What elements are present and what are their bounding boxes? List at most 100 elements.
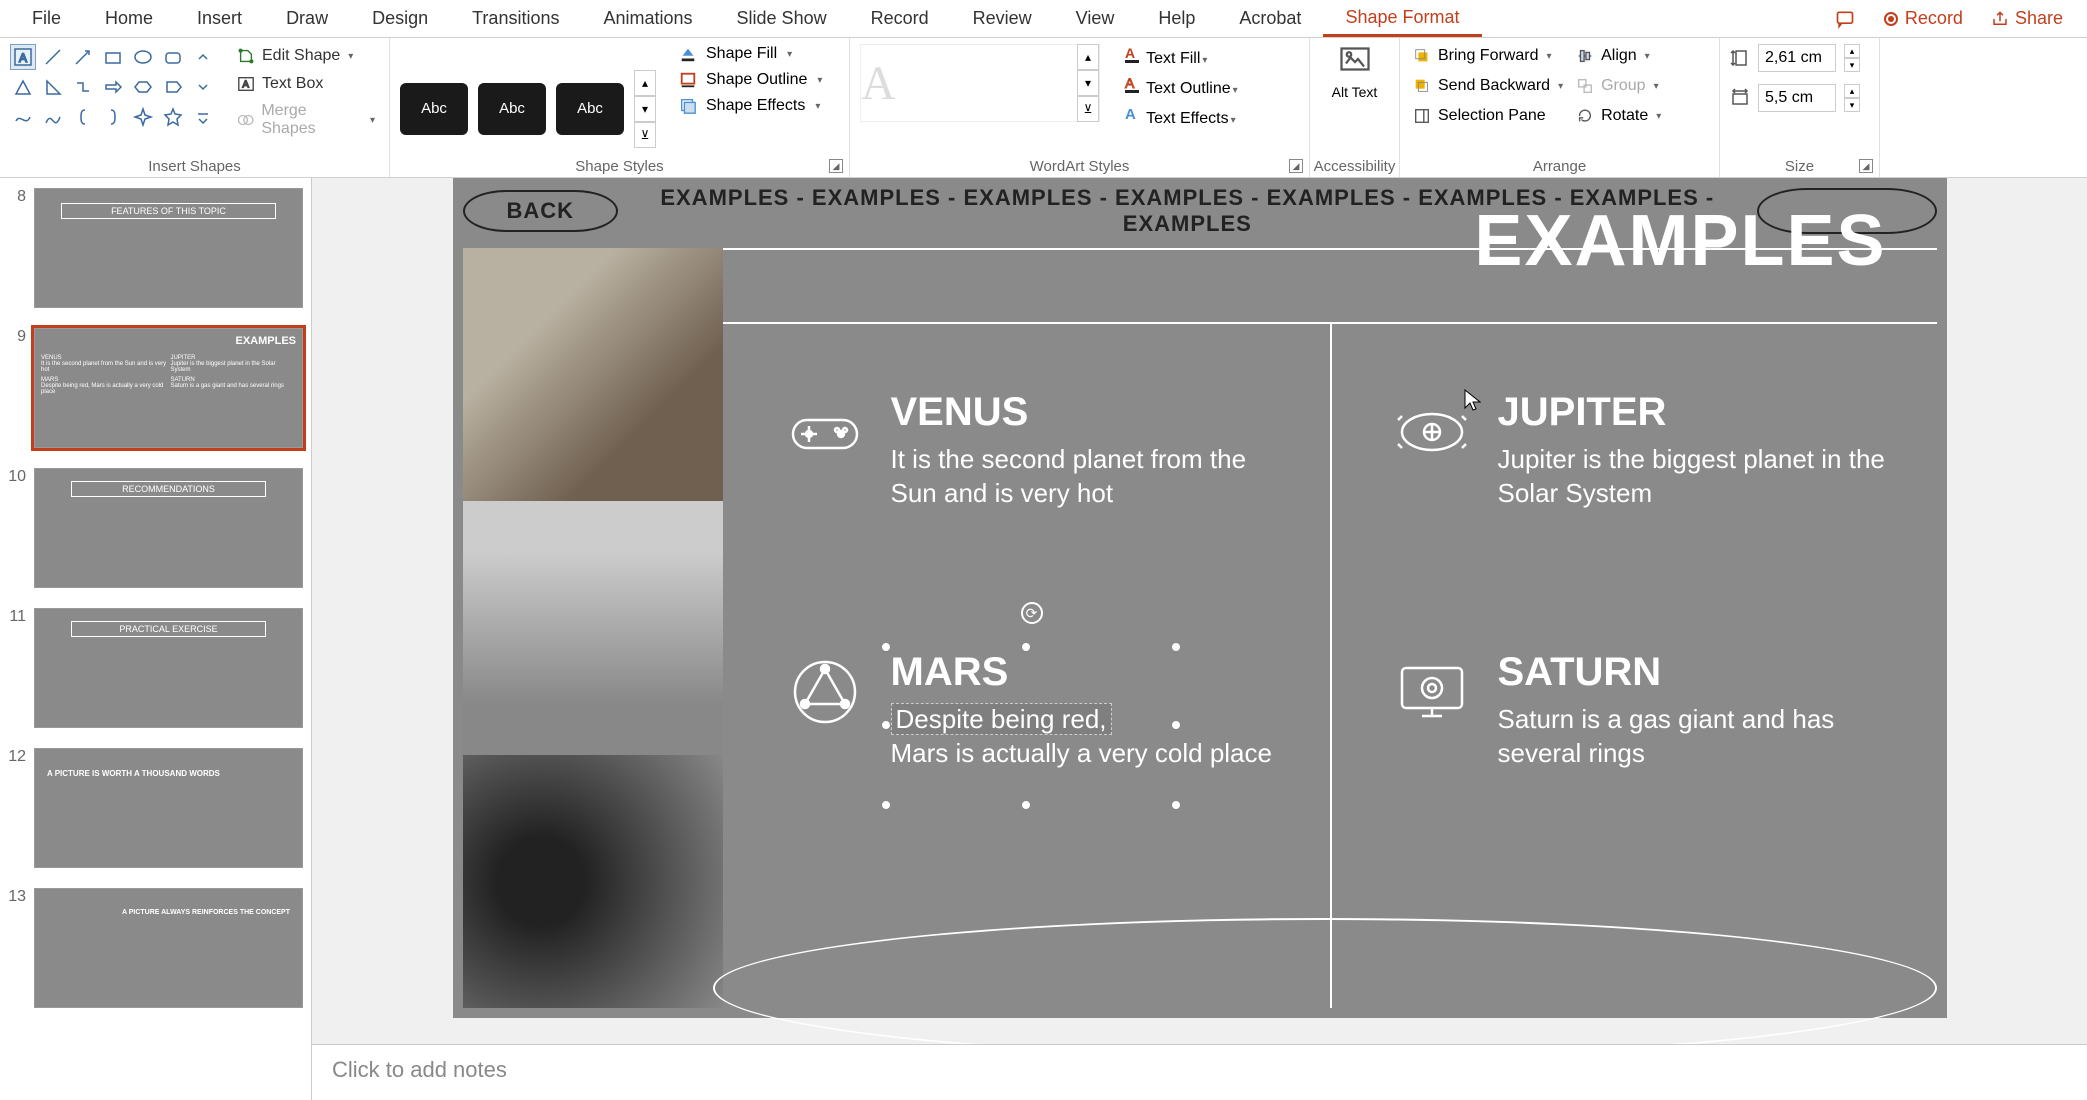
size-launcher[interactable]: ◢	[1859, 159, 1873, 173]
shape-gallery[interactable]: A	[10, 44, 216, 173]
shape-arrow-icon[interactable]	[100, 74, 126, 100]
shape-connector-icon[interactable]	[70, 74, 96, 100]
notes-pane[interactable]: Click to add notes	[312, 1044, 2087, 1100]
shape-brace2-icon[interactable]	[100, 104, 126, 130]
alt-text-button[interactable]: Alt Text	[1329, 44, 1381, 173]
thumbnail-11[interactable]: 11 PRACTICAL EXERCISE	[0, 598, 311, 738]
slide-canvas[interactable]: BACK EXAMPLES - EXAMPLES - EXAMPLES - EX…	[453, 178, 1947, 1018]
back-button[interactable]: BACK	[463, 190, 619, 232]
gallery-down-icon[interactable]	[190, 74, 216, 100]
thumbnail-13[interactable]: 13 A PICTURE ALWAYS REINFORCES THE CONCE…	[0, 878, 311, 1018]
selection-handle[interactable]	[1021, 800, 1031, 810]
saturn-title[interactable]: SATURN	[1498, 650, 1890, 695]
shape-textbox-icon[interactable]: A	[10, 44, 36, 70]
selection-pane-button[interactable]: Selection Pane	[1410, 104, 1565, 128]
tab-shape-format[interactable]: Shape Format	[1323, 0, 1481, 37]
thumbnail-10[interactable]: 10 RECOMMENDATIONS	[0, 458, 311, 598]
style-gallery-down[interactable]: ▾	[634, 96, 656, 122]
shape-curve-icon[interactable]	[40, 104, 66, 130]
mars-desc[interactable]: Despite being red, Mars is actually a ve…	[891, 703, 1283, 771]
tab-slideshow[interactable]: Slide Show	[715, 0, 849, 37]
tab-file[interactable]: File	[10, 0, 83, 37]
venus-desc[interactable]: It is the second planet from the Sun and…	[891, 443, 1283, 511]
shape-hex-icon[interactable]	[130, 74, 156, 100]
shape-effects-button[interactable]: Shape Effects▾	[678, 96, 822, 116]
thumbnail-8[interactable]: 8 FEATURES OF THIS TOPIC	[0, 178, 311, 318]
height-up[interactable]: ▴	[1844, 44, 1860, 58]
gallery-more-icon[interactable]	[190, 104, 216, 130]
tab-record[interactable]: Record	[849, 0, 951, 37]
group-button[interactable]: Group▾	[1573, 74, 1663, 98]
selection-handle[interactable]	[881, 720, 891, 730]
shape-pentagon-icon[interactable]	[160, 74, 186, 100]
mars-title[interactable]: MARS	[891, 650, 1283, 695]
width-up[interactable]: ▴	[1844, 84, 1860, 98]
wordart-gallery-up[interactable]: ▴	[1077, 44, 1099, 70]
tab-home[interactable]: Home	[83, 0, 175, 37]
tab-review[interactable]: Review	[951, 0, 1054, 37]
shape-oval-icon[interactable]	[130, 44, 156, 70]
wordart-gallery-more[interactable]: ⊻	[1077, 96, 1099, 122]
tab-view[interactable]: View	[1054, 0, 1137, 37]
selection-handle[interactable]	[881, 800, 891, 810]
height-down[interactable]: ▾	[1844, 58, 1860, 72]
style-swatch-3[interactable]: Abc	[556, 83, 624, 135]
jupiter-title[interactable]: JUPITER	[1498, 390, 1890, 435]
selection-handle[interactable]	[1171, 642, 1181, 652]
tab-insert[interactable]: Insert	[175, 0, 264, 37]
style-swatch-2[interactable]: Abc	[478, 83, 546, 135]
bring-forward-button[interactable]: Bring Forward▾	[1410, 44, 1565, 68]
slide-thumbnail-panel[interactable]: 8 FEATURES OF THIS TOPIC 9 EXAMPLESVENUS…	[0, 178, 312, 1100]
style-gallery-more[interactable]: ⊻	[634, 122, 656, 148]
image-placeholder-2[interactable]	[463, 501, 723, 754]
mars-desc-selected-text[interactable]: Despite being red,	[891, 703, 1112, 735]
wordart-gallery[interactable]: A ▴ ▾ ⊻	[860, 44, 1100, 122]
tab-transitions[interactable]: Transitions	[450, 0, 581, 37]
shape-roundrect-icon[interactable]	[160, 44, 186, 70]
record-button[interactable]: Record	[1869, 8, 1977, 29]
shape-line-icon[interactable]	[40, 44, 66, 70]
width-input[interactable]	[1758, 84, 1836, 112]
tab-draw[interactable]: Draw	[264, 0, 350, 37]
text-effects-button[interactable]: A Text Effects▾	[1122, 104, 1238, 128]
text-fill-button[interactable]: A Text Fill▾	[1122, 44, 1238, 68]
send-backward-button[interactable]: Send Backward▾	[1410, 74, 1565, 98]
selection-handle[interactable]	[881, 642, 891, 652]
wordart-gallery-down[interactable]: ▾	[1077, 70, 1099, 96]
style-swatch-1[interactable]: Abc	[400, 83, 468, 135]
shape-rtriangle-icon[interactable]	[40, 74, 66, 100]
align-button[interactable]: Align▾	[1573, 44, 1663, 68]
shape-freeform-icon[interactable]	[10, 104, 36, 130]
shape-star4-icon[interactable]	[130, 104, 156, 130]
rotate-handle[interactable]: ⟳	[1021, 602, 1043, 624]
style-gallery-up[interactable]: ▴	[634, 70, 656, 96]
tab-acrobat[interactable]: Acrobat	[1217, 0, 1323, 37]
shape-arrow-line-icon[interactable]	[70, 44, 96, 70]
selection-handle[interactable]	[1171, 720, 1181, 730]
venus-title[interactable]: VENUS	[891, 390, 1283, 435]
comments-button[interactable]	[1821, 9, 1869, 29]
image-placeholder-1[interactable]	[463, 248, 723, 501]
shape-star5-icon[interactable]	[160, 104, 186, 130]
selection-handle[interactable]	[1171, 800, 1181, 810]
thumbnail-12[interactable]: 12 A PICTURE IS WORTH A THOUSAND WORDS	[0, 738, 311, 878]
shape-outline-button[interactable]: Shape Outline▾	[678, 70, 822, 90]
tab-animations[interactable]: Animations	[581, 0, 714, 37]
rotate-button[interactable]: Rotate▾	[1573, 104, 1663, 128]
share-button[interactable]: Share	[1977, 8, 2077, 29]
gallery-up-icon[interactable]	[190, 44, 216, 70]
tab-design[interactable]: Design	[350, 0, 450, 37]
width-down[interactable]: ▾	[1844, 98, 1860, 112]
shape-style-gallery[interactable]: Abc Abc Abc ▴ ▾ ⊻	[400, 44, 656, 173]
selection-handle[interactable]	[1021, 642, 1031, 652]
shape-triangle-icon[interactable]	[10, 74, 36, 100]
text-outline-button[interactable]: A Text Outline▾	[1122, 74, 1238, 98]
text-box-button[interactable]: A Text Box	[232, 72, 379, 96]
shape-rect-icon[interactable]	[100, 44, 126, 70]
jupiter-desc[interactable]: Jupiter is the biggest planet in the Sol…	[1498, 443, 1890, 511]
slide-title[interactable]: EXAMPLES	[1474, 200, 1886, 282]
shape-fill-button[interactable]: Shape Fill▾	[678, 44, 822, 64]
tab-help[interactable]: Help	[1136, 0, 1217, 37]
thumbnail-9[interactable]: 9 EXAMPLESVENUSIt is the second planet f…	[0, 318, 311, 458]
height-input[interactable]	[1758, 44, 1836, 72]
